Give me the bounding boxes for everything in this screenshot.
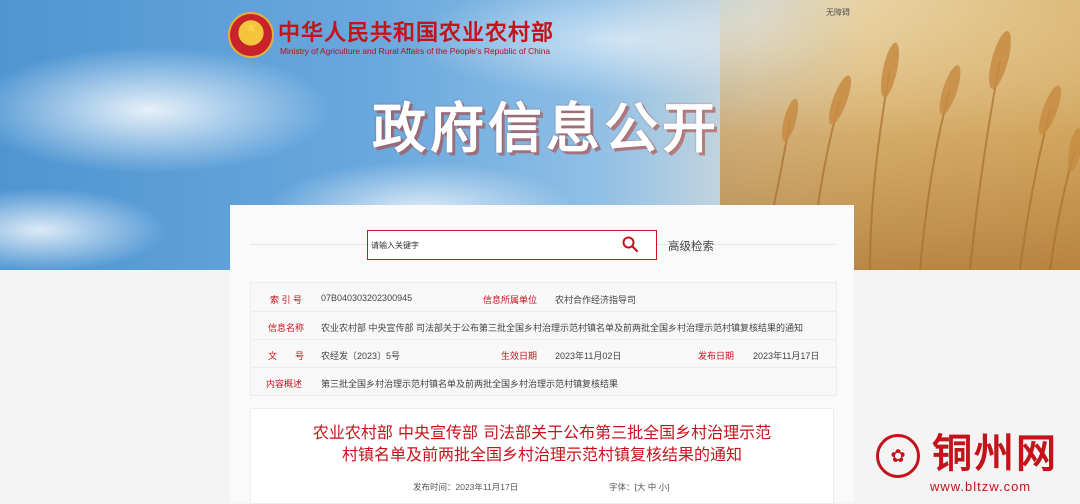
summary-value: 第三批全国乡村治理示范村镇名单及前两批全国乡村治理示范村镇复核结果 [321, 379, 619, 389]
site-title[interactable]: 中华人民共和国农业农村部 [278, 15, 554, 47]
info-row-name: 信息名称 农业农村部 中央宣传部 司法部关于公布第三批全国乡村治理示范村镇名单及… [251, 311, 836, 340]
doc-number-label: 文 号 [268, 351, 305, 361]
banner-title: 政府信息公开 [372, 97, 720, 160]
article-title-line2: 村镇名单及前两批全国乡村治理示范村镇复核结果的通知 [341, 445, 742, 464]
info-row-summary: 内容概述 第三批全国乡村治理示范村镇名单及前两批全国乡村治理示范村镇复核结果 [251, 367, 836, 396]
info-row-doc: 文 号 农经发〔2023〕5号 生效日期 2023年11月02日 发布日期 20… [251, 339, 836, 368]
article-card: 农业农村部 中央宣传部 司法部关于公布第三批全国乡村治理示范 村镇名单及前两批全… [250, 408, 834, 504]
accessibility-link[interactable]: 无障碍 [826, 7, 850, 18]
site-subtitle-en: Ministry of Agriculture and Rural Affair… [280, 46, 551, 56]
name-label: 信息名称 [268, 323, 305, 333]
publish-date-label: 发布日期 [698, 351, 735, 361]
article-title: 农业农村部 中央宣传部 司法部关于公布第三批全国乡村治理示范 村镇名单及前两批全… [251, 422, 833, 466]
effective-date-label: 生效日期 [501, 351, 538, 361]
publish-date-value: 2023年11月17日 [753, 351, 820, 361]
watermark-seal-icon: ✿ [876, 434, 920, 478]
font-size-control[interactable]: 字体：[大 中 小] [609, 481, 669, 493]
watermark-name: 铜州网 [932, 430, 1058, 477]
info-row-index: 索 引 号 07B040303202300945 信息所属单位 农村合作经济指导… [251, 283, 836, 311]
index-label: 索 引 号 [270, 295, 303, 305]
search-box [367, 230, 657, 260]
publish-time: 发布时间：2023年11月17日 [413, 482, 519, 492]
watermark: ✿ 铜州网 www.bltzw.com [872, 432, 1072, 502]
advanced-search-link[interactable]: 高级检索 [668, 238, 714, 254]
unit-label: 信息所属单位 [483, 295, 538, 305]
search-icon[interactable] [622, 236, 638, 252]
watermark-url: www.bltzw.com [930, 479, 1032, 494]
name-value: 农业农村部 中央宣传部 司法部关于公布第三批全国乡村治理示范村镇名单及前两批全国… [321, 323, 804, 333]
summary-label: 内容概述 [266, 379, 303, 389]
unit-value: 农村合作经济指导司 [555, 295, 637, 305]
article-title-line1: 农业农村部 中央宣传部 司法部关于公布第三批全国乡村治理示范 [312, 423, 772, 442]
index-value: 07B040303202300945 [321, 293, 413, 303]
info-table: 索 引 号 07B040303202300945 信息所属单位 农村合作经济指导… [250, 282, 837, 396]
effective-date-value: 2023年11月02日 [555, 351, 622, 361]
national-emblem-logo[interactable]: ★ [228, 12, 274, 58]
doc-number-value: 农经发〔2023〕5号 [321, 351, 401, 361]
search-input[interactable] [368, 231, 611, 259]
